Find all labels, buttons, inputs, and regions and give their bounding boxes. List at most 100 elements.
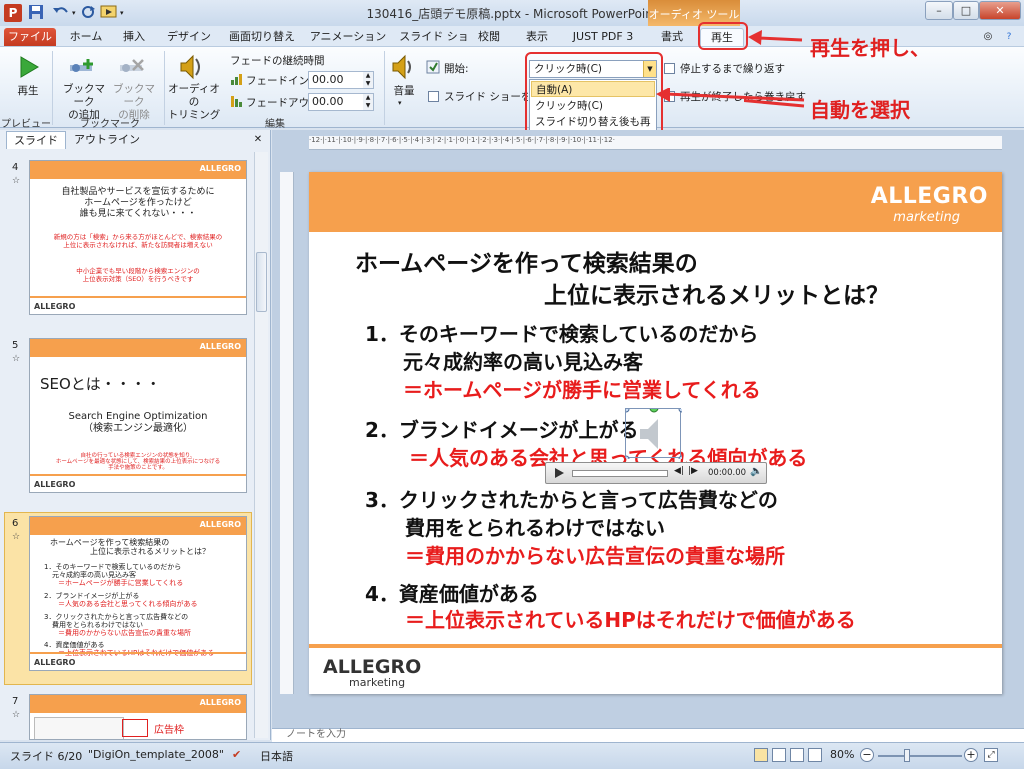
media-forward-icon[interactable]: |▶ [688, 466, 698, 476]
thumbnail-star-icon: ☆ [12, 710, 21, 720]
fit-to-window-icon[interactable]: ⤢ [984, 748, 998, 762]
slide-item-4-red[interactable]: ＝上位表示されているHPはそれだけで価値がある [405, 604, 856, 633]
slide-item-2-line-1[interactable]: 2．ブランドイメージが上がる [365, 414, 639, 443]
group-separator [164, 51, 165, 125]
tab-slideshow[interactable]: スライド ショー [394, 28, 474, 61]
preview-play-button[interactable]: 再生 [8, 85, 48, 98]
slide-footer-line [309, 644, 1002, 648]
vertical-ruler [280, 172, 294, 694]
slide-thumbnail-7[interactable]: ALLEGRO 広告枠 [29, 694, 247, 740]
slide-footer-logo: ALLEGRO [323, 656, 422, 678]
fade-duration-title: フェードの継続時間 [230, 55, 325, 67]
loop-until-stopped-checkbox[interactable] [664, 63, 675, 74]
zoom-slider-thumb[interactable] [904, 749, 910, 762]
panel-scrollbar-thumb[interactable] [256, 252, 267, 312]
thumb-text: （検索エンジン最適化） [83, 423, 193, 434]
help-question-icon[interactable]: ? [1000, 28, 1018, 46]
fade-out-input[interactable]: 00.00 ▲ ▼ [308, 93, 374, 111]
trim-audio-label-1: オーディオの [168, 83, 220, 108]
slide-item-1-red[interactable]: ＝ホームページが勝手に営業してくれる [403, 374, 761, 403]
slide-title-line-2[interactable]: 上位に表示されるメリットとは？ [544, 276, 889, 310]
slide-footer-subtitle: marketing [349, 676, 406, 689]
notes-pane[interactable]: ノートを入力 [272, 728, 1024, 742]
thumbnail-star-icon: ☆ [12, 176, 21, 186]
slide-thumbnail-6[interactable]: ALLEGRO ホームページを作って検索結果の 上位に表示されるメリットとは？ … [29, 516, 247, 671]
reading-view-icon[interactable] [790, 748, 804, 762]
group-separator [384, 51, 385, 125]
slide-item-1-line-2[interactable]: 元々成約率の高い見込み客 [403, 346, 643, 375]
media-progress-track[interactable] [572, 470, 668, 477]
slide-item-1-line-1[interactable]: 1．そのキーワードで検索しているのだから [365, 318, 758, 347]
trim-audio-icon[interactable] [178, 53, 204, 84]
slide-item-4-line-1[interactable]: 4．資産価値がある [365, 578, 539, 607]
fade-out-value: 00.00 [312, 95, 344, 108]
status-zoom[interactable]: 80% [830, 748, 854, 761]
thumb-footer-logo: ALLEGRO [34, 658, 76, 667]
zoom-slider-track[interactable] [878, 755, 962, 757]
thumb-red-text: ＝人気のある会社と思ってくれる傾向がある [58, 600, 198, 608]
audio-selection-frame[interactable] [625, 408, 682, 459]
thumbnail-number: 5 [12, 340, 19, 351]
spellcheck-icon[interactable]: ✔ [232, 748, 241, 761]
volume-speaker-icon[interactable] [390, 53, 416, 84]
play-triangle-icon[interactable] [18, 55, 40, 82]
slide-sorter-view-icon[interactable] [772, 748, 786, 762]
slide-item-3-red[interactable]: ＝費用のかからない広告宣伝の貴重な場所 [405, 540, 785, 569]
thumb-text: Search Engine Optimization [68, 411, 208, 422]
slide-thumbnail-5[interactable]: ALLEGRO SEOとは・・・・ Search Engine Optimiza… [29, 338, 247, 493]
panel-close-icon[interactable]: ✕ [250, 131, 266, 149]
thumb-red-text: ＝費用のかからない広告宣伝の貴重な場所 [58, 629, 191, 637]
slide-title-line-1[interactable]: ホームページを作って検索結果の [355, 244, 698, 278]
slideshow-view-icon[interactable] [808, 748, 822, 762]
tab-transitions[interactable]: 画面切り替え [222, 28, 302, 46]
status-bar: スライド 6/20 "DigiOn_template_2008" ✔ 日本語 8… [0, 742, 1024, 769]
fade-out-icon [230, 94, 244, 111]
slide-canvas[interactable]: ALLEGRO marketing ホームページを作って検索結果の 上位に表示さ… [309, 172, 1002, 694]
thumb-logo: ALLEGRO [199, 520, 241, 529]
fade-out-spin-icon[interactable]: ▲ ▼ [363, 94, 373, 110]
fade-in-spin-icon[interactable]: ▲ ▼ [363, 72, 373, 88]
media-time: 00:00.00 [708, 468, 747, 478]
media-rewind-icon[interactable]: ◀| [674, 466, 684, 476]
tab-review[interactable]: 校閲 [474, 28, 504, 46]
normal-view-icon[interactable] [754, 748, 768, 762]
volume-button[interactable]: 音量 [386, 85, 422, 98]
fade-in-icon [230, 72, 244, 89]
media-play-icon[interactable] [552, 466, 566, 483]
close-button[interactable]: ✕ [979, 1, 1021, 20]
slide-item-3-line-2[interactable]: 費用をとられるわけではない [405, 512, 665, 541]
slide-thumbnail-4[interactable]: ALLEGRO 自社製品やサービスを宣伝するために ホームページを作ったけど 誰… [29, 160, 247, 315]
zoom-in-icon[interactable]: + [964, 748, 978, 762]
thumb-red-text: 手法や施策のことです。 [108, 465, 168, 471]
thumb-text: 自社製品やサービスを宣伝するために [61, 187, 215, 197]
status-slide-info: スライド 6/20 [10, 750, 83, 763]
thumb-text: ホームページを作ったけど [84, 198, 192, 208]
tab-animations[interactable]: アニメーション [306, 28, 390, 46]
tab-file[interactable]: ファイル [4, 28, 56, 46]
media-volume-icon[interactable]: 🔈 [750, 466, 762, 477]
minimize-button[interactable]: – [925, 1, 953, 20]
tab-design[interactable]: デザイン [162, 28, 216, 46]
zoom-out-icon[interactable]: − [860, 748, 874, 762]
tab-view[interactable]: 表示 [522, 28, 552, 46]
tab-format[interactable]: 書式 [652, 28, 692, 46]
slide-item-3-line-1[interactable]: 3．クリックされたからと言って広告費などの [365, 484, 778, 513]
panel-scrollbar[interactable] [254, 152, 268, 738]
maximize-button[interactable]: □ [953, 1, 979, 20]
thumbnail-number: 4 [12, 162, 19, 173]
tab-just-pdf[interactable]: JUST PDF 3 [566, 28, 640, 46]
remove-bookmark-icon[interactable] [118, 57, 146, 82]
thumb-red-text: 中小企業でも早い段階から検索エンジンの [76, 267, 200, 275]
fade-in-input[interactable]: 00.00 ▲ ▼ [308, 71, 374, 89]
bookmark-group-label: ブックマーク [80, 119, 140, 130]
help-icon[interactable]: ◎ [980, 28, 996, 46]
tab-insert[interactable]: 挿入 [114, 28, 154, 46]
add-bookmark-icon[interactable] [68, 57, 96, 82]
volume-dropdown-icon[interactable]: ▾ [398, 99, 402, 107]
status-language[interactable]: 日本語 [260, 748, 293, 764]
thumbnail-star-icon: ☆ [12, 532, 21, 542]
play-across-slides-checkbox[interactable] [428, 91, 439, 102]
tab-slides[interactable]: スライド [6, 131, 66, 149]
tab-outline[interactable]: アウトライン [70, 131, 144, 149]
tab-home[interactable]: ホーム [62, 28, 110, 46]
